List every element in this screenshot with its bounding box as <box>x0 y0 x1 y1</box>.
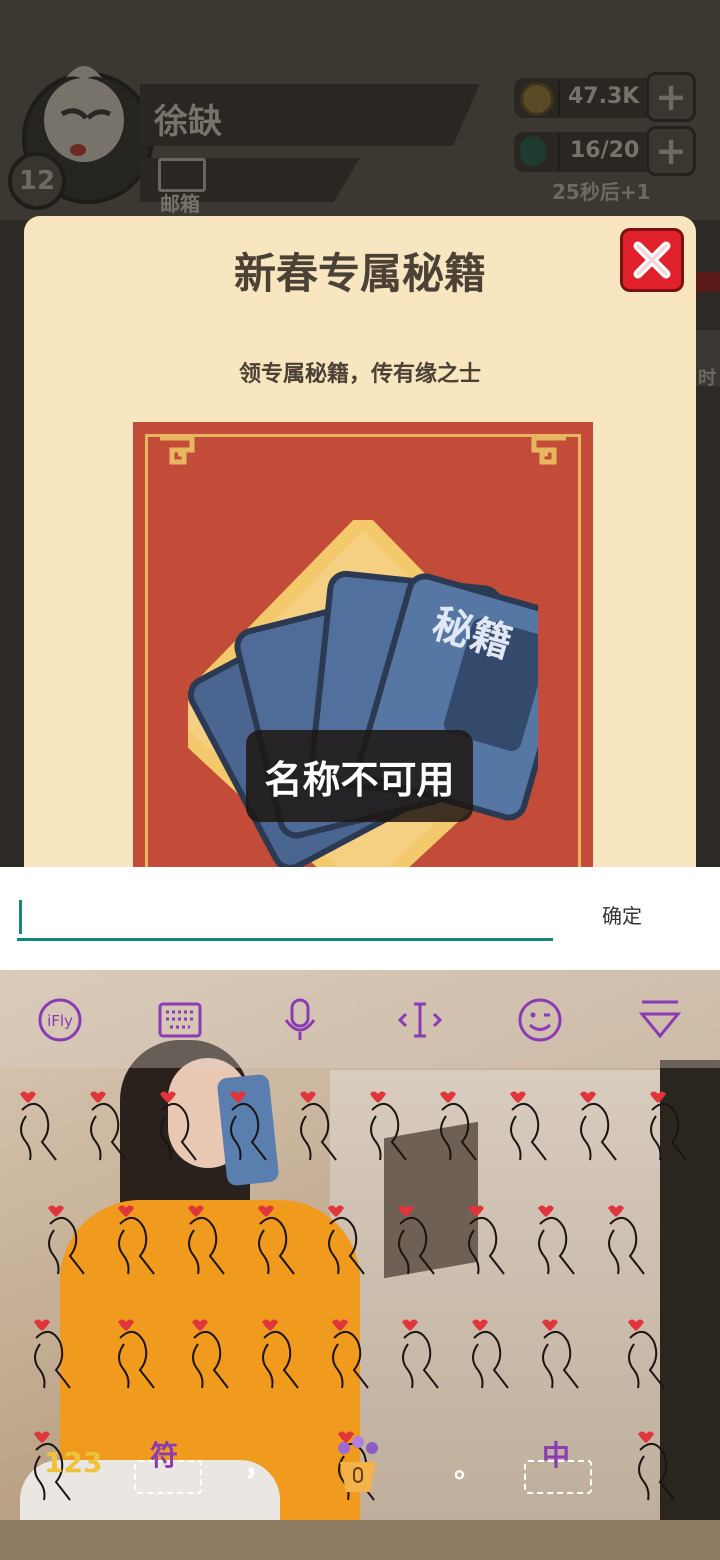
close-x-icon <box>633 241 671 279</box>
energy-divider <box>558 134 560 170</box>
coin-icon <box>520 82 554 116</box>
add-coins-button[interactable]: + <box>646 72 696 122</box>
energy-regen-timer: 25秒后+1 <box>552 180 651 204</box>
background-edge-text: 时 <box>698 368 716 389</box>
mail-label[interactable]: 邮箱 <box>160 188 200 217</box>
chinese-mode-key[interactable]: 中 <box>542 1434 570 1474</box>
avatar-character-icon <box>44 66 124 162</box>
player-level-badge: 12 <box>8 152 66 210</box>
close-button[interactable] <box>620 228 684 292</box>
energy-gem-icon <box>520 136 546 166</box>
confirm-button[interactable]: 确定 <box>602 900 642 929</box>
comma-key[interactable]: ， <box>244 1440 274 1484</box>
keyboard-icon[interactable] <box>156 996 204 1044</box>
background-edge-fragment <box>14 324 24 356</box>
background-edge-fragment <box>14 620 24 680</box>
text-caret <box>19 900 22 934</box>
numbers-key[interactable]: 123 <box>44 1446 102 1479</box>
corner-ornament-icon <box>160 435 195 465</box>
svg-text:iFly: iFly <box>47 1012 73 1030</box>
player-name: 徐缺 <box>154 102 222 142</box>
modal-title: 新春专属秘籍 <box>233 249 486 298</box>
coin-divider <box>558 80 560 116</box>
corner-ornament-icon <box>531 435 566 465</box>
background-edge-fragment <box>14 480 24 514</box>
navigation-bar <box>0 1520 720 1560</box>
background-edge-fragment <box>696 272 720 292</box>
cursor-move-icon[interactable] <box>396 996 444 1044</box>
modal-subtitle: 领专属秘籍，传有缘之士 <box>238 362 481 387</box>
name-input-field[interactable] <box>17 893 553 941</box>
voice-flowerpot-key-icon[interactable] <box>332 1436 384 1496</box>
keyboard-toolbar <box>0 970 720 1068</box>
energy-value: 16/20 <box>570 138 640 163</box>
toast-message: 名称不可用 <box>246 730 473 822</box>
period-key[interactable]: 。 <box>454 1446 482 1486</box>
microphone-icon[interactable] <box>276 996 324 1044</box>
mail-icon[interactable] <box>158 158 206 192</box>
collapse-icon[interactable] <box>636 996 684 1044</box>
symbols-key[interactable]: 符 <box>150 1434 178 1474</box>
ifly-logo-icon[interactable]: iFly <box>36 996 84 1044</box>
emoji-icon[interactable] <box>516 996 564 1044</box>
add-energy-button[interactable]: + <box>646 126 696 176</box>
coin-value: 47.3K <box>568 84 640 109</box>
